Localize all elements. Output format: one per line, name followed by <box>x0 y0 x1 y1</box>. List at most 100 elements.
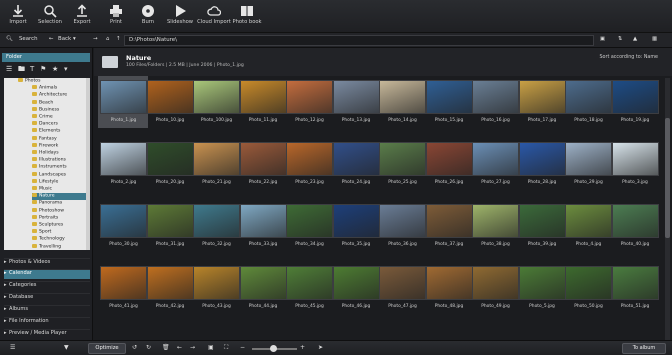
photo-thumbnail[interactable] <box>146 266 194 300</box>
photo-book-button[interactable]: Photo book <box>230 3 264 31</box>
photo-thumbnail-cell[interactable]: Photo_49.jpg <box>472 266 519 316</box>
tree-item-instruments[interactable]: Instruments <box>32 164 86 171</box>
photo-thumbnail[interactable] <box>193 80 240 114</box>
slideshow-button[interactable]: Slideshow <box>163 3 197 31</box>
tree-item-elements[interactable]: Elements <box>32 128 86 135</box>
photo-thumbnail[interactable] <box>146 142 194 176</box>
photo-thumbnail[interactable] <box>565 80 612 114</box>
photo-thumbnail[interactable] <box>286 142 333 176</box>
photo-thumbnail[interactable] <box>100 80 147 114</box>
fullscreen-icon[interactable]: ⛶ <box>224 344 228 352</box>
photo-thumbnail-cell[interactable]: Photo_17.jpg <box>518 80 566 130</box>
photo-thumbnail-cell[interactable]: Photo_1.jpg <box>98 76 148 130</box>
photo-thumbnail[interactable] <box>100 266 147 300</box>
photo-thumbnail-cell[interactable]: Photo_4.jpg <box>565 204 612 254</box>
tree-item-music[interactable]: Music <box>32 186 86 193</box>
photo-thumbnail[interactable] <box>286 80 333 114</box>
photo-thumbnail[interactable] <box>472 142 519 176</box>
view-mode-icon[interactable]: ▣ <box>600 36 605 42</box>
photo-thumbnail[interactable] <box>239 204 287 238</box>
photo-thumbnail-cell[interactable]: Photo_30.jpg <box>100 204 147 254</box>
section-albums[interactable]: ▸ Albums <box>4 305 90 315</box>
up-folder-icon[interactable]: ↑ <box>116 36 121 42</box>
photo-thumbnail-cell[interactable]: Photo_26.jpg <box>425 142 473 192</box>
tree-item-beach[interactable]: Beach <box>32 99 86 107</box>
tree-item-firework[interactable]: Firework <box>32 142 86 150</box>
photo-thumbnail[interactable] <box>518 204 566 238</box>
pin-icon[interactable]: ▼ <box>64 344 69 351</box>
photo-thumbnail[interactable] <box>379 204 426 238</box>
star-icon[interactable]: ★ <box>52 65 58 73</box>
photo-thumbnail[interactable] <box>611 266 659 300</box>
photo-thumbnail-cell[interactable]: Photo_23.jpg <box>286 142 333 192</box>
photo-thumbnail[interactable] <box>100 142 147 176</box>
selection-button[interactable]: Selection <box>33 3 67 31</box>
back-button[interactable]: Back <box>58 36 71 42</box>
photo-thumbnail-cell[interactable]: Photo_5.jpg <box>518 266 566 316</box>
photo-thumbnail[interactable] <box>611 204 659 238</box>
photo-thumbnail-cell[interactable]: Photo_46.jpg <box>332 266 380 316</box>
photo-thumbnail[interactable] <box>286 266 333 300</box>
tree-item-architecture[interactable]: Architecture <box>32 92 86 99</box>
photo-thumbnail-cell[interactable]: Photo_47.jpg <box>379 266 426 316</box>
photo-thumbnail-cell[interactable]: Photo_36.jpg <box>379 204 426 254</box>
photo-thumbnail-cell[interactable]: Photo_14.jpg <box>379 80 426 130</box>
back-dropdown-icon[interactable]: ▾ <box>73 36 76 42</box>
photo-thumbnail[interactable] <box>332 204 380 238</box>
list-icon[interactable]: ☰ <box>6 65 12 73</box>
photo-thumbnail-cell[interactable]: Photo_10.jpg <box>146 80 194 130</box>
tree-scrollbar[interactable] <box>86 78 90 250</box>
to-album-button[interactable]: To album <box>622 343 666 354</box>
photo-thumbnail[interactable] <box>565 266 612 300</box>
photo-thumbnail-cell[interactable]: Photo_11.jpg <box>239 80 287 130</box>
photo-thumbnail-cell[interactable]: Photo_38.jpg <box>472 204 519 254</box>
tree-item-animals[interactable]: Animals <box>32 85 86 92</box>
tree-item-illustrations[interactable]: Illustrations <box>32 157 86 164</box>
photo-thumbnail-cell[interactable]: Photo_45.jpg <box>286 266 333 316</box>
grid-scrollbar[interactable] <box>665 78 670 340</box>
optimize-button[interactable]: Optimize <box>88 343 126 354</box>
burn-button[interactable]: Burn <box>131 3 165 31</box>
next-icon[interactable]: → <box>190 344 195 351</box>
photo-thumbnail[interactable] <box>379 80 426 114</box>
photo-thumbnail-cell[interactable]: Photo_50.jpg <box>565 266 612 316</box>
tree-item-portraits[interactable]: Portraits <box>32 214 86 222</box>
photo-thumbnail-cell[interactable]: Photo_24.jpg <box>332 142 380 192</box>
section-calendar[interactable]: ▸ Calendar <box>4 269 90 279</box>
photo-thumbnail[interactable] <box>146 80 194 114</box>
tree-item-technology[interactable]: Technology <box>32 236 86 243</box>
photo-thumbnail-cell[interactable]: Photo_44.jpg <box>239 266 287 316</box>
photo-thumbnail[interactable] <box>565 204 612 238</box>
photo-thumbnail[interactable] <box>146 204 194 238</box>
photo-thumbnail[interactable] <box>472 266 519 300</box>
dropdown-icon[interactable]: ▾ <box>64 65 68 73</box>
tree-item-sport[interactable]: Sport <box>32 229 86 236</box>
tree-item-crime[interactable]: Crime <box>32 114 86 121</box>
zoom-out-icon[interactable]: − <box>240 344 245 351</box>
photo-thumbnail-cell[interactable]: Photo_37.jpg <box>425 204 473 254</box>
photo-thumbnail[interactable] <box>379 142 426 176</box>
photo-thumbnail-cell[interactable]: Photo_20.jpg <box>146 142 194 192</box>
folder-panel-header[interactable]: Folder <box>2 53 90 62</box>
photo-thumbnail[interactable] <box>379 266 426 300</box>
photo-thumbnail-cell[interactable]: Photo_12.jpg <box>286 80 333 130</box>
photo-thumbnail-cell[interactable]: Photo_19.jpg <box>611 80 659 130</box>
tree-item-nature[interactable]: Nature <box>32 193 86 201</box>
photo-thumbnail[interactable] <box>565 142 612 176</box>
share-icon[interactable]: ➤ <box>318 344 323 351</box>
tree-item-sculptures[interactable]: Sculptures <box>32 222 86 229</box>
photo-thumbnail[interactable] <box>611 80 659 114</box>
photo-thumbnail[interactable] <box>472 80 519 114</box>
cloud-import-button[interactable]: Cloud Import <box>197 3 231 31</box>
sort-label[interactable]: Sort according to: Name <box>600 55 659 60</box>
filter-icon[interactable]: ▲ <box>633 36 637 42</box>
photo-thumbnail-cell[interactable]: Photo_18.jpg <box>565 80 612 130</box>
photo-thumbnail[interactable] <box>425 266 473 300</box>
photo-thumbnail-cell[interactable]: Photo_32.jpg <box>193 204 240 254</box>
photo-thumbnail-cell[interactable]: Photo_25.jpg <box>379 142 426 192</box>
sort-icon[interactable]: ⇅ <box>618 36 623 42</box>
photo-thumbnail-cell[interactable]: Photo_21.jpg <box>193 142 240 192</box>
photo-thumbnail[interactable] <box>100 204 147 238</box>
photo-thumbnail-cell[interactable]: Photo_22.jpg <box>239 142 287 192</box>
previous-icon[interactable]: ← <box>177 344 182 351</box>
